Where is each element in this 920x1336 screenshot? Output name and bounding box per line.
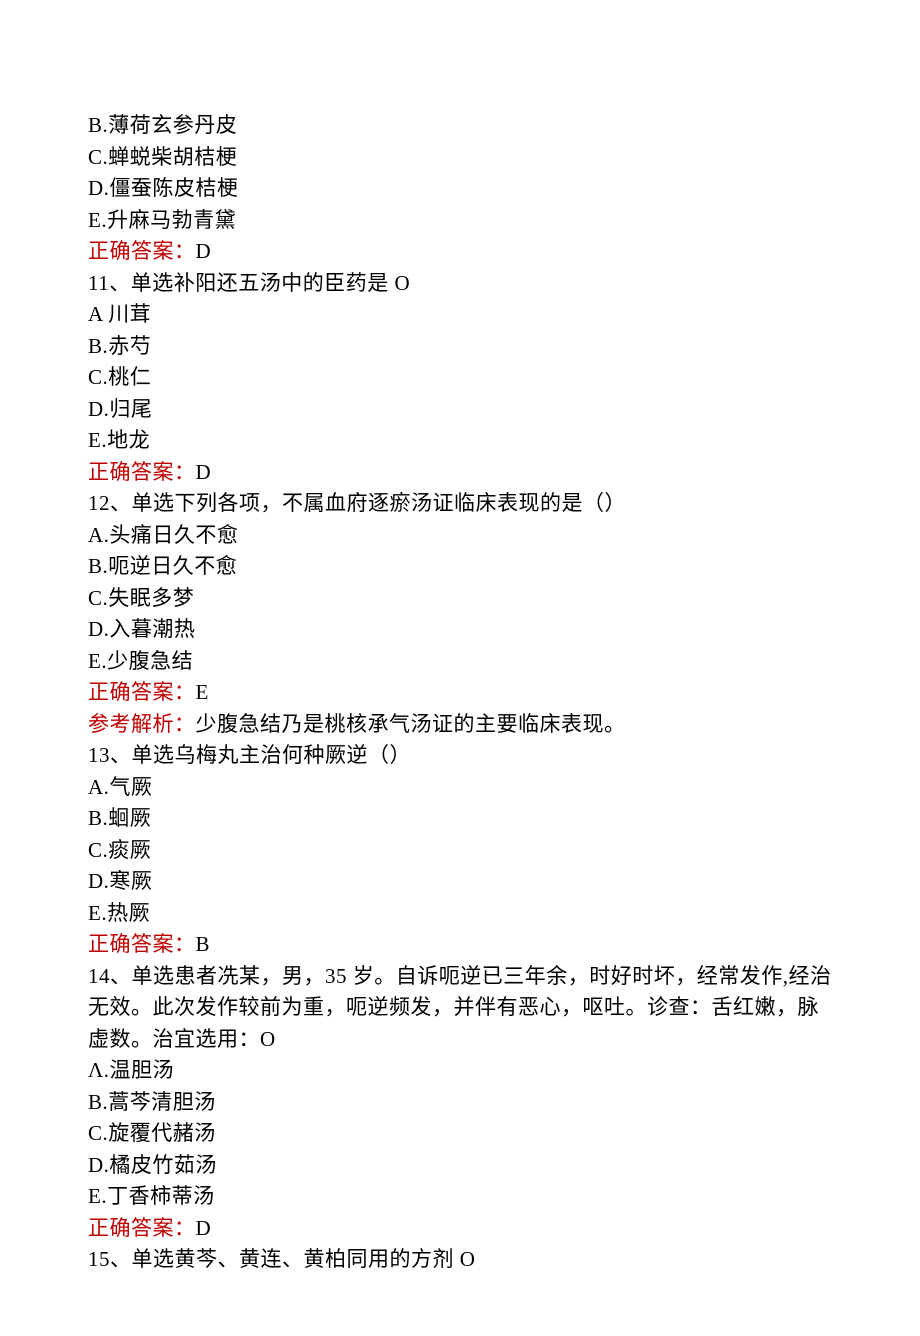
document-line: E.少腹急结 — [88, 646, 832, 678]
document-line: 14、单选患者冼某，男，35 岁。自诉呃逆已三年余，时好时坏，经常发作,经治无效… — [88, 961, 832, 1056]
document-line: C.失眠多梦 — [88, 583, 832, 615]
answer-label: 正确答案： — [88, 932, 196, 956]
document-line: 正确答案：B — [88, 929, 832, 961]
document-line: D.入暮潮热 — [88, 614, 832, 646]
document-line: 12、单选下列各项，不属血府逐瘀汤证临床表现的是（） — [88, 488, 832, 520]
document-line: B.薄荷玄参丹皮 — [88, 110, 832, 142]
document-line: 13、单选乌梅丸主治何种厥逆（） — [88, 740, 832, 772]
document-line: C.蝉蜕柴胡桔梗 — [88, 142, 832, 174]
document-line: 正确答案：D — [88, 457, 832, 489]
answer-label: 正确答案： — [88, 680, 196, 704]
document-line: B.蒿芩清胆汤 — [88, 1087, 832, 1119]
document-page: B.薄荷玄参丹皮C.蝉蜕柴胡桔梗D.僵蚕陈皮桔梗E.升麻马勃青黛正确答案：D11… — [0, 0, 920, 1336]
document-line: D.寒厥 — [88, 866, 832, 898]
document-line: E.热厥 — [88, 898, 832, 930]
document-line: 正确答案：D — [88, 1213, 832, 1245]
answer-value: D — [196, 239, 212, 263]
document-line: D.僵蚕陈皮桔梗 — [88, 173, 832, 205]
document-line: A.气厥 — [88, 772, 832, 804]
answer-label: 正确答案： — [88, 239, 196, 263]
answer-label: 正确答案： — [88, 1216, 196, 1240]
document-line: 正确答案：E — [88, 677, 832, 709]
document-line: B.呃逆日久不愈 — [88, 551, 832, 583]
document-line: 15、单选黄芩、黄连、黄柏同用的方剂 O — [88, 1244, 832, 1276]
analysis-text: 少腹急结乃是桃核承气汤证的主要临床表现。 — [196, 712, 626, 736]
document-line: B.蛔厥 — [88, 803, 832, 835]
document-line: 正确答案：D — [88, 236, 832, 268]
document-line: D.橘皮竹茹汤 — [88, 1150, 832, 1182]
document-line: D.归尾 — [88, 394, 832, 426]
document-line: E.升麻马勃青黛 — [88, 205, 832, 237]
document-line: 11、单选补阳还五汤中的臣药是 O — [88, 268, 832, 300]
answer-value: E — [196, 680, 209, 704]
document-line: E.地龙 — [88, 425, 832, 457]
document-line: 参考解析：少腹急结乃是桃核承气汤证的主要临床表现。 — [88, 709, 832, 741]
document-line: A.头痛日久不愈 — [88, 520, 832, 552]
analysis-label: 参考解析： — [88, 712, 196, 736]
document-line: C.痰厥 — [88, 835, 832, 867]
document-line: C.旋覆代赭汤 — [88, 1118, 832, 1150]
document-line: B.赤芍 — [88, 331, 832, 363]
answer-value: D — [196, 460, 212, 484]
document-line: E.丁香柿蒂汤 — [88, 1181, 832, 1213]
document-line: C.桃仁 — [88, 362, 832, 394]
document-line: A 川茸 — [88, 299, 832, 331]
answer-value: D — [196, 1216, 212, 1240]
answer-label: 正确答案： — [88, 460, 196, 484]
document-line: Λ.温胆汤 — [88, 1055, 832, 1087]
answer-value: B — [196, 932, 211, 956]
